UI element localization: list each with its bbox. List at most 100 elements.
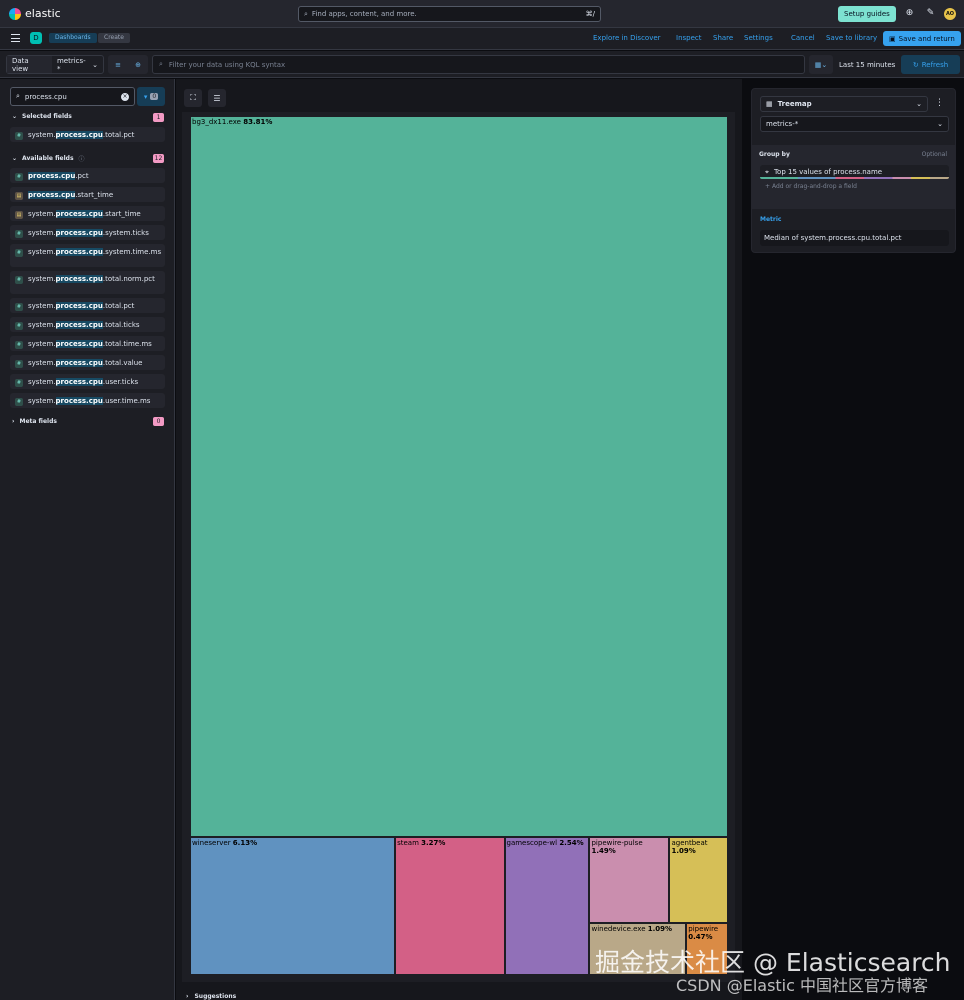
treemap-cell[interactable]: wineserver 6.13% [190,836,396,975]
treemap-cell-name: pipewire [688,924,719,933]
treemap-chart[interactable]: bg3_dx11.exe 83.81% wineserver 6.13% steam… [190,116,728,975]
field-item[interactable]: # system.process.cpu.system.time.ms [10,244,165,267]
kql-query-input[interactable]: ⌕ Filter your data using KQL syntax [152,55,805,74]
field-item[interactable]: ▤ system.process.cpu.start_time [10,206,165,221]
info-icon: ⓘ [78,156,85,163]
filter-icon: ≡ [115,60,121,69]
chevron-down-icon: ⌄ [916,100,922,108]
treemap-cell-value: 0.47% [688,932,713,941]
number-field-icon: # [15,303,23,311]
settings-link[interactable]: Settings [744,34,773,42]
filter-menu-button[interactable]: ≡ ⊕ [108,55,148,74]
cancel-link[interactable]: Cancel [791,34,815,42]
field-name: process.cpu.start_time [28,191,114,199]
treemap-cell-name: steam [397,838,422,847]
setup-guides-button[interactable]: Setup guides [838,6,896,22]
field-item[interactable]: # system.process.cpu.total.time.ms [10,336,165,351]
treemap-cell-value: 1.49% [591,846,616,855]
field-item[interactable]: # system.process.cpu.total.ticks [10,317,165,332]
number-field-icon: # [15,379,23,387]
treemap-cell[interactable]: bg3_dx11.exe 83.81% [190,116,728,837]
available-fields-header[interactable]: ⌄ Available fields ⓘ [12,154,85,163]
suggestions-toggle[interactable]: › Suggestions [186,993,236,1000]
clear-search-icon[interactable]: × [121,92,129,101]
menu-icon[interactable] [11,34,20,42]
workspace-panel: ⛶ ☰ bg3_dx11.exe 83.81% wineserver 6.13% s… [176,79,742,1000]
share-link[interactable]: Share [713,34,733,42]
refresh-icon: ↻ [912,60,919,69]
number-field-icon: # [15,322,23,330]
calendar-icon[interactable]: ▦⌄ [809,55,833,74]
add-field-button[interactable]: + Add or drag-and-drop a field [765,183,857,190]
top-header: elastic ⌕ Find apps, content, and more. … [0,0,964,28]
meta-fields-header[interactable]: › Meta fields [12,418,57,425]
global-search-input[interactable]: ⌕ Find apps, content, and more. ⌘/ [298,6,601,22]
space-avatar[interactable]: D [30,32,42,44]
treemap-icon: ▦ [766,100,773,108]
news-bell-icon[interactable]: ✎ [925,8,936,19]
dimension-label: Top 15 values of process.name [773,168,883,176]
inspect-link[interactable]: Inspect [676,34,702,42]
selected-fields-header[interactable]: ⌄ Selected fields [12,113,72,120]
help-icon[interactable]: ⊕ [904,8,915,19]
fullscreen-icon[interactable]: ⛶ [184,89,202,107]
data-view-picker[interactable]: Data view metrics-* ⌄ [6,55,104,74]
treemap-cell[interactable]: steam 3.27% [395,836,505,975]
field-item[interactable]: # system.process.cpu.total.pct [10,298,165,313]
chevron-down-icon: ⌄ [92,60,98,69]
treemap-cell-value: 1.09% [647,924,673,933]
field-name: system.process.cpu.user.ticks [28,378,139,386]
drag-handle-icon[interactable]: ⌖ [765,168,769,177]
treemap-cell-name: pipewire-pulse [591,838,643,847]
layer-data-view-select[interactable]: metrics-* ⌄ [760,116,949,132]
available-fields-count: 12 [153,154,164,163]
explore-in-discover-link[interactable]: Explore in Discover [593,34,661,42]
add-filter-icon[interactable]: ⊕ [135,61,141,69]
field-item[interactable]: # system.process.cpu.user.time.ms [10,393,165,408]
field-item[interactable]: # system.process.cpu.system.ticks [10,225,165,240]
layer-actions-icon[interactable]: ⋮ [935,98,944,108]
field-item[interactable]: # process.cpu.pct [10,168,165,183]
layer-data-view-value: metrics-* [766,120,799,128]
save-and-return-button[interactable]: ▣ Save and return [883,31,961,46]
field-search-input[interactable]: ⌕ process.cpu × [10,87,135,106]
treemap-cell-name: winedevice.exe [591,924,648,933]
field-name: system.process.cpu.total.time.ms [28,340,152,348]
treemap-cell[interactable]: agentbeat 1.09% [669,836,728,923]
field-type-filter-button[interactable]: ▾ 0 [137,87,165,106]
save-to-library-link[interactable]: Save to library [826,34,877,42]
field-list-panel: ⌕ process.cpu × ▾ 0 ⌄ Selected fields 1 … [0,79,175,1000]
treemap-cell-name: agentbeat [671,838,708,847]
field-item[interactable]: # system.process.cpu.total.pct [10,127,165,142]
suggestions-label: Suggestions [194,993,237,1000]
chart-canvas: bg3_dx11.exe 83.81% wineserver 6.13% steam… [182,112,735,982]
treemap-cell-value: 3.27% [421,838,446,847]
treemap-cell[interactable]: gamescope-wl 2.54% [504,836,590,975]
chart-type-value: Treemap [777,100,812,108]
time-picker[interactable]: ▦⌄ Last 15 minutes [809,55,897,74]
user-avatar[interactable]: AO [944,8,956,20]
field-item[interactable]: ▤ process.cpu.start_time [10,187,165,202]
chevron-right-icon: › [186,993,189,1000]
selected-fields-count: 1 [153,113,164,122]
treemap-cell-value: 2.54% [559,838,584,847]
search-icon: ⌕ [159,60,163,68]
breadcrumb-dashboards[interactable]: Dashboards [49,33,97,43]
field-item[interactable]: # system.process.cpu.user.ticks [10,374,165,389]
treemap-cell[interactable]: pipewire-pulse 1.49% [589,836,670,923]
legend-icon[interactable]: ☰ [208,89,226,107]
chart-type-select[interactable]: ▦ Treemap ⌄ [760,96,928,112]
field-name: process.cpu.pct [28,172,89,180]
date-field-icon: ▤ [15,192,23,200]
add-field-label: Add or drag-and-drop a field [771,183,857,190]
number-field-icon: # [15,276,23,284]
refresh-button[interactable]: ↻ Refresh [901,55,960,74]
elastic-logo[interactable]: elastic [9,7,61,20]
meta-fields-title: Meta fields [19,418,57,425]
brand-name: elastic [25,7,61,20]
field-item[interactable]: # system.process.cpu.total.norm.pct [10,271,165,294]
group-by-dimension[interactable]: ⌖ Top 15 values of process.name [760,165,949,179]
metric-dimension[interactable]: Median of system.process.cpu.total.pct [760,230,949,246]
field-name: system.process.cpu.total.norm.pct [28,275,155,283]
field-item[interactable]: # system.process.cpu.total.value [10,355,165,370]
